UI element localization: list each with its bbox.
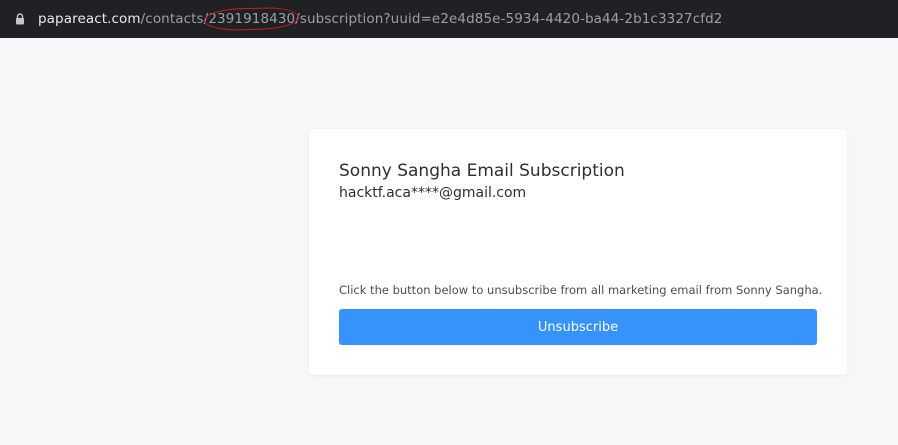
lock-icon[interactable]	[14, 12, 26, 26]
subscriber-email: hacktf.aca****@gmail.com	[339, 185, 527, 201]
url-contact-id-annotated: 2391918430	[208, 11, 296, 27]
url-path-suffix: /subscription?uuid=e2e4d85e-5934-4420-ba…	[295, 11, 723, 27]
url-domain: papareact.com	[38, 11, 141, 27]
browser-address-bar[interactable]: papareact.com /contacts/ 2391918430 /sub…	[0, 0, 898, 38]
page-content: Sonny Sangha Email Subscription hacktf.a…	[0, 38, 898, 445]
unsubscribe-instructions: Click the button below to unsubscribe fr…	[339, 283, 823, 297]
subscription-card: Sonny Sangha Email Subscription hacktf.a…	[309, 129, 847, 375]
card-title: Sonny Sangha Email Subscription	[339, 161, 625, 181]
unsubscribe-button[interactable]: Unsubscribe	[339, 309, 817, 345]
url-text[interactable]: papareact.com /contacts/ 2391918430 /sub…	[38, 11, 722, 27]
url-path-prefix: /contacts/	[140, 11, 209, 27]
